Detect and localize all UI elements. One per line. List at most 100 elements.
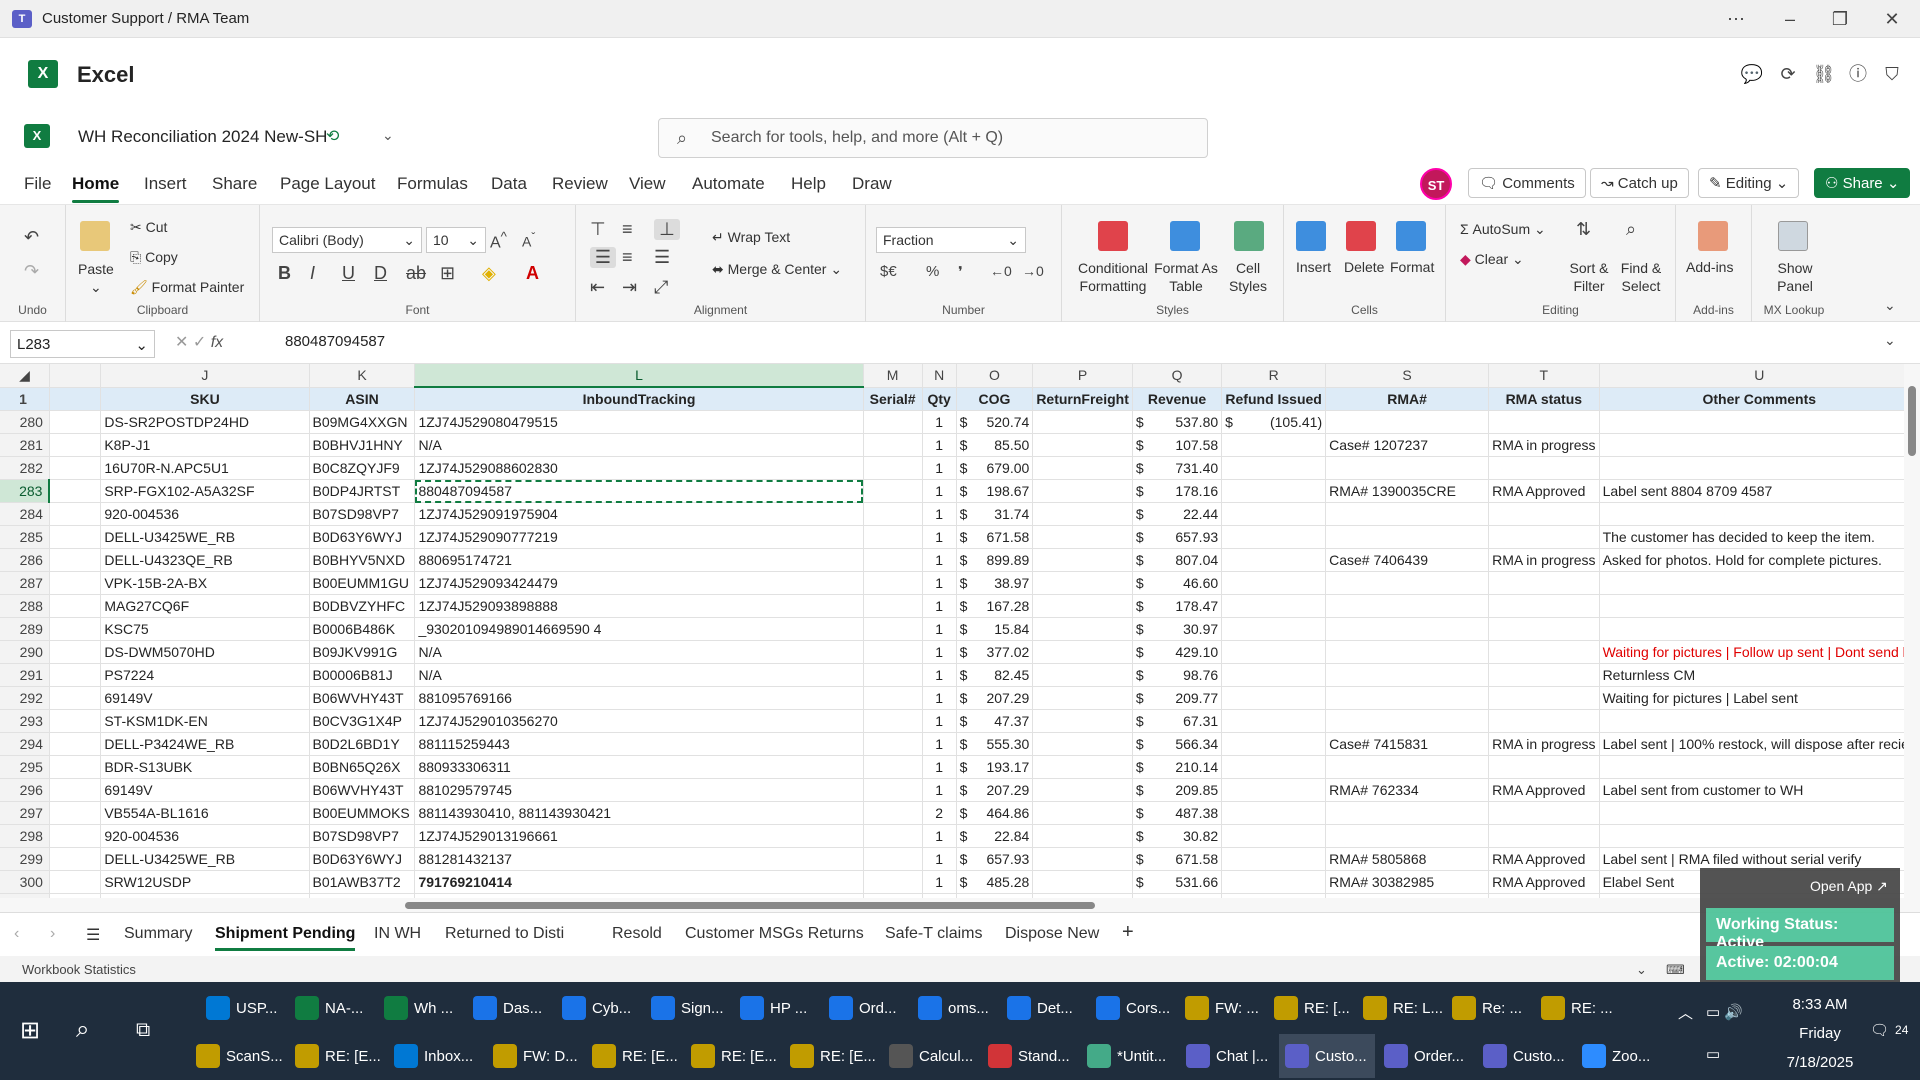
cell-revenue[interactable]: $107.58 [1132,433,1223,457]
cell-sku[interactable]: DS-DWM5070HD [100,640,310,664]
tab-view[interactable]: View [629,174,666,194]
taskbar-item[interactable]: RE: [E... [586,1034,682,1078]
cell-serial[interactable] [863,778,923,802]
cell-rma[interactable]: Case# 7406439 [1325,548,1490,572]
shield-icon[interactable]: ⛉ [1880,62,1904,86]
cell-other-comments[interactable]: Asked for photos. Hold for complete pict… [1599,548,1920,572]
cell-refund-issued[interactable] [1221,709,1327,733]
horizontal-scrollbar[interactable] [0,898,1920,912]
cell-asin[interactable]: B0D2L6BD1Y [309,732,416,756]
cell-return-freight[interactable] [1032,870,1133,894]
header-t[interactable]: RMA status [1488,387,1600,411]
cell-refund-issued[interactable] [1221,502,1327,526]
tab-file[interactable]: File [24,174,51,194]
cell-sku[interactable]: 920-004536 [100,824,310,848]
select-all-corner[interactable]: ◢ [0,364,50,388]
cell-refund-issued[interactable] [1221,571,1327,595]
header-m[interactable]: Serial# [863,387,923,411]
cell-i[interactable] [49,548,102,572]
cell-qty[interactable]: 1 [922,525,957,549]
cell-cog[interactable]: $193.17 [956,755,1034,779]
user-avatar[interactable]: ST [1420,168,1452,200]
align-left-icon[interactable]: ☰ [590,247,616,268]
cell-rma-status[interactable]: RMA Approved [1488,778,1600,802]
redo-icon[interactable]: ↷ [24,261,39,282]
cell-refund-issued[interactable]: $ (105.41) [1221,410,1327,434]
cell-serial[interactable] [863,640,923,664]
chevron-down-icon[interactable]: ⌄ [1636,962,1647,978]
cell-revenue[interactable]: $30.82 [1132,824,1223,848]
cell-other-comments[interactable]: The customer has decided to keep the ite… [1599,525,1920,549]
cell-sku[interactable]: KSC75 [100,617,310,641]
cell-inbound-tracking[interactable]: 880933306311 [414,755,864,779]
cell-inbound-tracking[interactable]: 1ZJ74J529093898888 [414,594,864,618]
bold-icon[interactable]: B [278,263,291,284]
cell-asin[interactable]: B06WVHY43T [309,686,416,710]
cell-return-freight[interactable] [1032,479,1133,503]
header-s[interactable]: RMA# [1325,387,1490,411]
font-size-select[interactable]: 10 ⌄ [426,227,486,253]
cell-revenue[interactable]: $487.38 [1132,801,1223,825]
cell-return-freight[interactable] [1032,571,1133,595]
cell-qty[interactable]: 1 [922,732,957,756]
cell-asin[interactable]: B0CV3G1X4P [309,709,416,733]
cell-rma-status[interactable] [1488,502,1600,526]
workbook-statistics[interactable]: Workbook Statistics [22,962,136,977]
cell-cog[interactable]: $82.45 [956,663,1034,687]
cell-i[interactable] [49,571,102,595]
taskbar-item[interactable]: ScanS... [190,1034,286,1078]
tab-review[interactable]: Review [552,174,608,194]
cell-return-freight[interactable] [1032,594,1133,618]
autosum-button[interactable]: Σ AutoSum ⌄ [1460,221,1546,238]
cell-revenue[interactable]: $46.60 [1132,571,1223,595]
cell-sku[interactable]: VPK-15B-2A-BX [100,571,310,595]
cell-cog[interactable]: $207.29 [956,686,1034,710]
enter-icon[interactable]: ✓ [193,334,206,351]
cell-qty[interactable]: 1 [922,502,957,526]
cell-rma[interactable] [1325,640,1490,664]
cell-i[interactable] [49,502,102,526]
column-header-k[interactable]: K [309,364,416,388]
cell-sku[interactable]: 69149V [100,686,310,710]
sheet-tab-resold[interactable]: Resold [612,925,662,943]
cell-other-comments[interactable] [1599,755,1920,779]
taskbar-item[interactable]: RE: [E... [289,1034,385,1078]
column-header-n[interactable]: N [922,364,957,388]
taskbar-item[interactable]: Calcul... [883,1034,979,1078]
cell-rma[interactable] [1325,709,1490,733]
cell-rma[interactable] [1325,663,1490,687]
prev-sheet-icon[interactable]: ‹ [14,925,19,943]
cell-rma[interactable]: RMA# 5805868 [1325,847,1490,871]
cell-return-freight[interactable] [1032,456,1133,480]
cell-asin[interactable]: B00EUMM1GU [309,571,416,595]
cell-other-comments[interactable] [1599,502,1920,526]
cell-qty[interactable]: 1 [922,594,957,618]
cell-qty[interactable]: 1 [922,571,957,595]
sheet-table[interactable]: ◢ J K L M N O P Q R S T U 1 SKU ASIN InboundTracking Seri… [0,364,1920,898]
sheet-tab-customer-msgs-returns[interactable]: Customer MSGs Returns [685,925,864,943]
catch-up-button[interactable]: ↝ Catch up [1590,168,1689,198]
taskbar-item[interactable]: NA-... [289,986,375,1030]
cell-serial[interactable] [863,479,923,503]
cell-revenue[interactable]: $210.14 [1132,755,1223,779]
cell-serial[interactable] [863,686,923,710]
cell-asin[interactable]: B0BN65Q26X [309,755,416,779]
cell-sku[interactable]: DELL-P3424WE_RB [100,732,310,756]
tab-draw[interactable]: Draw [852,174,892,194]
refresh-icon[interactable]: ⟳ [1776,62,1800,86]
cell-asin[interactable]: B00006B81J [309,663,416,687]
align-right-icon[interactable]: ☰ [654,247,670,268]
addins-icon[interactable] [1698,221,1728,251]
document-name[interactable]: WH Reconciliation 2024 New-SH [78,127,327,147]
cell-qty[interactable]: 1 [922,824,957,848]
taskbar-item[interactable]: Das... [467,986,553,1030]
cell-asin[interactable]: B0006B486K [309,617,416,641]
number-format-select[interactable]: Fraction ⌄ [876,227,1026,253]
cell-inbound-tracking[interactable]: 1ZJ74J529013196661 [414,824,864,848]
cell-qty[interactable]: 1 [922,755,957,779]
orientation-icon[interactable]: ⤢ [654,277,668,298]
taskbar-item[interactable]: Inbox... [388,1034,484,1078]
sheet-tab-in-wh[interactable]: IN WH [374,925,421,943]
cell-return-freight[interactable] [1032,824,1133,848]
cell-qty[interactable]: 1 [922,709,957,733]
